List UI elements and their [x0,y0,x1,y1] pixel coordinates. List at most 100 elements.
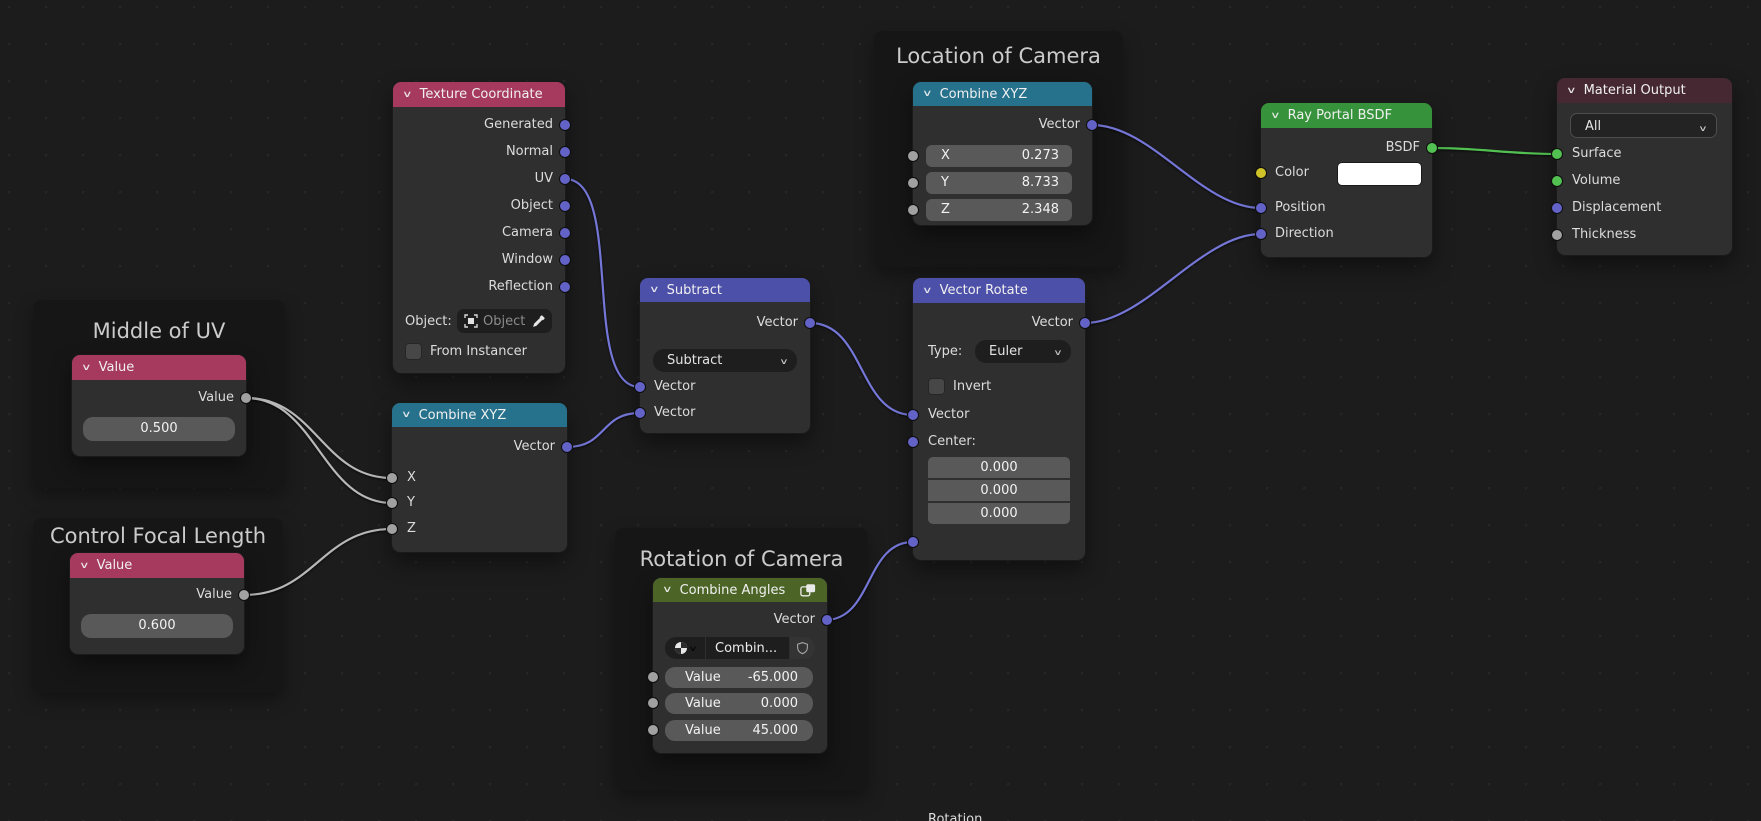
z-number-field[interactable]: Z 2.348 [926,199,1072,221]
socket-value2-input[interactable] [647,697,659,709]
socket-rotation-input[interactable] [907,536,919,548]
socket-thickness-input[interactable] [1551,229,1563,241]
socket-vector2-input[interactable] [634,407,646,419]
output-label: Vector [1038,117,1080,132]
node-combine-xyz[interactable]: ∨ Combine XYZ Vector X Y Z [386,403,573,552]
node-vector-math-subtract[interactable]: ∨ Subtract Vector Subtract ∨ Vector Vect… [634,278,816,433]
socket-direction-input[interactable] [1255,228,1267,240]
direction-input-label: Direction [1275,226,1334,241]
output-label: Window [501,252,553,267]
socket-x-input[interactable] [386,472,398,484]
node-title: Combine Angles [679,582,786,598]
socket-position-input[interactable] [1255,202,1267,214]
node-combine-angles-group[interactable]: ∨ Combine Angles Vector ∨ Combin... Valu… [647,578,833,753]
angle-y-field[interactable]: Value 0.000 [665,693,813,714]
wire-vectorrotate-to-direction [1083,232,1263,325]
fake-user-button[interactable] [790,637,815,659]
value-field[interactable]: 0.600 [81,614,233,638]
x-number-field[interactable]: X 0.273 [926,145,1072,167]
node-title: Ray Portal BSDF [1287,108,1393,123]
socket-displacement-input[interactable] [1551,202,1563,214]
field-value: 2.348 [1021,202,1059,217]
socket-color-input[interactable] [1255,167,1267,179]
collapse-chevron-icon[interactable]: ∨ [922,89,933,99]
node-title: Value [96,558,133,573]
socket-y-input[interactable] [386,497,398,509]
input-label: Vector [654,405,696,420]
socket-vector-output[interactable] [1079,317,1091,329]
center-y-field[interactable]: 0.000 [928,480,1070,501]
collapse-chevron-icon[interactable]: ∨ [1566,86,1577,96]
wire-uv-to-subtract [563,177,642,389]
collapse-chevron-icon[interactable]: ∨ [649,285,660,295]
center-x-field[interactable]: 0.000 [928,457,1070,478]
y-number-field[interactable]: Y 8.733 [926,172,1072,194]
socket-value3-input[interactable] [647,724,659,736]
volume-input-label: Volume [1572,173,1621,188]
from-instancer-checkbox[interactable] [405,343,422,360]
node-value-uv[interactable]: ∨ Value Value 0.500 [72,355,252,456]
collapse-chevron-icon[interactable]: ∨ [401,410,412,420]
group-name-field[interactable]: Combin... [706,637,789,659]
dropdown-chevron-icon: ∨ [1053,348,1063,357]
field-value: 8.733 [1021,175,1059,190]
group-datablock-menu[interactable]: ∨ [665,637,705,659]
socket-camera-output[interactable] [559,227,571,239]
object-picker-field[interactable]: Object [457,309,552,333]
socket-x-input[interactable] [907,150,919,162]
output-label: Object [510,198,553,213]
collapse-chevron-icon[interactable]: ∨ [662,585,673,595]
node-material-output[interactable]: ∨ Material Output All ∨ Surface Volume D… [1551,78,1732,255]
operation-dropdown[interactable]: Subtract ∨ [653,349,797,372]
socket-uv-output[interactable] [559,173,571,185]
socket-surface-input[interactable] [1551,148,1563,160]
node-header: ∨ Material Output [1557,78,1732,103]
socket-value1-input[interactable] [647,671,659,683]
color-swatch[interactable] [1338,163,1421,185]
socket-z-input[interactable] [907,204,919,216]
socket-window-output[interactable] [559,254,571,266]
socket-vector-output[interactable] [1086,119,1098,131]
node-editor-canvas[interactable]: Middle of UV Control Focal Length Locati… [0,0,1761,821]
socket-vector-output[interactable] [821,614,833,626]
rotate-type-dropdown[interactable]: Euler ∨ [975,340,1071,363]
target-dropdown[interactable]: All ∨ [1570,113,1717,138]
collapse-chevron-icon[interactable]: ∨ [79,561,90,571]
field-label: Z [941,202,950,217]
angle-z-field[interactable]: Value 45.000 [665,720,813,741]
collapse-chevron-icon[interactable]: ∨ [402,90,413,100]
socket-center-input[interactable] [907,436,919,448]
socket-bsdf-output[interactable] [1426,142,1438,154]
output-label: Normal [505,144,553,159]
socket-object-output[interactable] [559,200,571,212]
collapse-chevron-icon[interactable]: ∨ [81,363,92,373]
node-texture-coordinate[interactable]: ∨ Texture Coordinate Generated Normal UV… [393,82,571,373]
node-header: ∨ Ray Portal BSDF [1261,103,1432,128]
eyedropper-icon[interactable] [532,314,545,328]
rotate-type-value: Euler [989,344,1023,359]
socket-volume-input[interactable] [1551,175,1563,187]
socket-normal-output[interactable] [559,146,571,158]
socket-generated-output[interactable] [559,119,571,131]
node-ray-portal-bsdf[interactable]: ∨ Ray Portal BSDF BSDF Color Position Di… [1255,103,1438,257]
socket-value-output[interactable] [238,589,250,601]
socket-reflection-output[interactable] [559,281,571,293]
socket-vector1-input[interactable] [634,381,646,393]
socket-vector-input[interactable] [907,409,919,421]
center-z-field[interactable]: 0.000 [928,503,1070,524]
socket-z-input[interactable] [386,523,398,535]
angle-x-field[interactable]: Value -65.000 [665,667,813,688]
socket-vector-output[interactable] [804,317,816,329]
collapse-chevron-icon[interactable]: ∨ [1270,111,1281,121]
node-vector-rotate[interactable]: ∨ Vector Rotate Vector Type: Euler ∨ Inv… [907,278,1091,821]
object-picker-icon [464,314,478,328]
value-field[interactable]: 0.500 [83,417,235,441]
node-combine-xyz-location[interactable]: ∨ Combine XYZ Vector X 0.273 Y 8.733 Z 2… [907,82,1098,225]
socket-value-output[interactable] [240,392,252,404]
node-header: ∨ Subtract [640,278,810,302]
collapse-chevron-icon[interactable]: ∨ [922,286,933,296]
socket-y-input[interactable] [907,177,919,189]
node-value-focal[interactable]: ∨ Value Value 0.600 [70,553,250,654]
socket-vector-output[interactable] [561,441,573,453]
invert-checkbox[interactable] [928,378,945,395]
